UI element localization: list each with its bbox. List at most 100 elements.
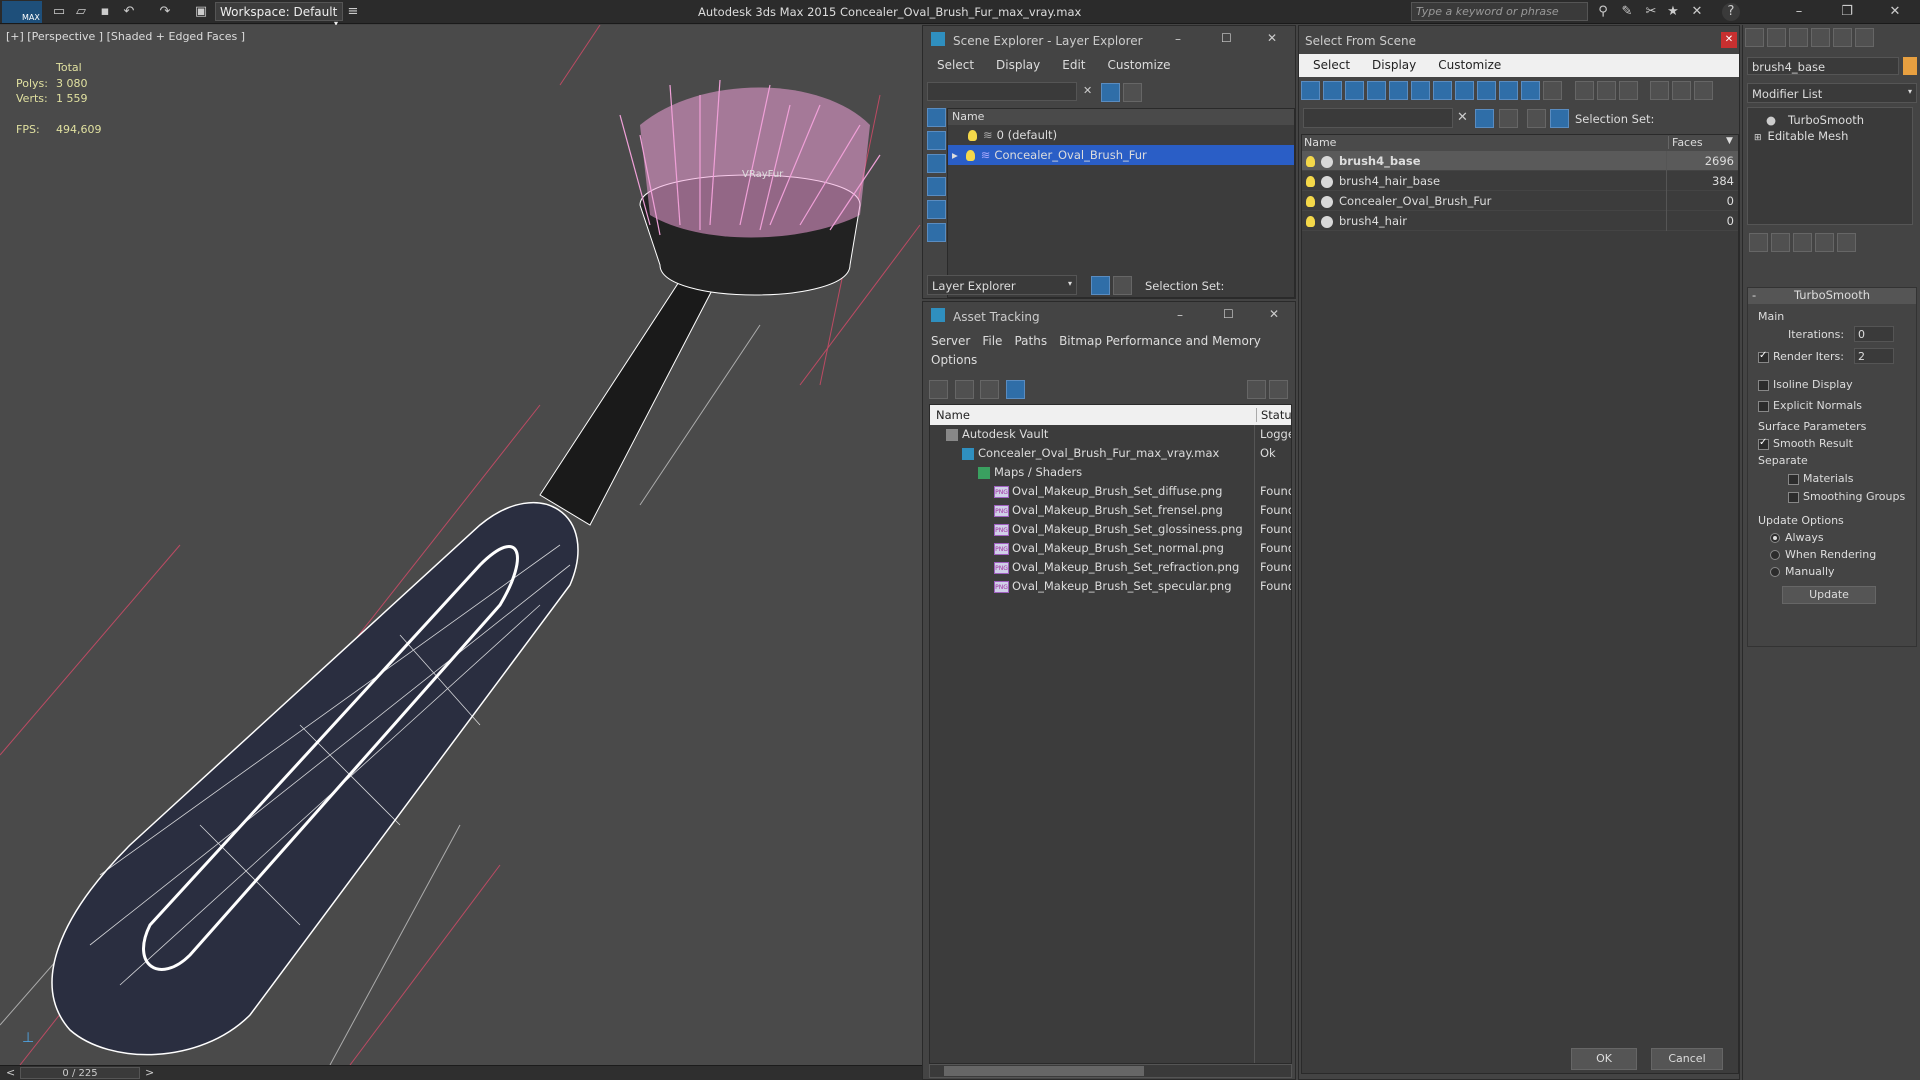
- asset-row[interactable]: PNG Oval_Makeup_Brush_Set_glossiness.png F…: [930, 520, 1291, 539]
- light-bulb-icon[interactable]: [1306, 216, 1315, 227]
- filter-cameras-icon[interactable]: [1367, 81, 1386, 100]
- asset-row[interactable]: [930, 634, 1291, 653]
- project-icon[interactable]: ▣: [192, 3, 210, 21]
- asset-row[interactable]: [930, 805, 1291, 824]
- clear-search-icon[interactable]: ✕: [1083, 84, 1092, 97]
- hierarchy-tab-icon[interactable]: [1789, 28, 1808, 47]
- display-geometry-icon[interactable]: [927, 131, 946, 150]
- column-header-name[interactable]: Name: [1304, 136, 1336, 149]
- select-all-icon[interactable]: [1574, 81, 1594, 100]
- explorer-mode-dropdown[interactable]: Layer Explorer ▾: [927, 275, 1077, 295]
- asset-row[interactable]: [930, 615, 1291, 634]
- asset-row[interactable]: [930, 767, 1291, 786]
- asset-row[interactable]: [930, 596, 1291, 615]
- asset-row[interactable]: [930, 691, 1291, 710]
- close-icon[interactable]: ✕: [1886, 3, 1904, 21]
- light-bulb-icon[interactable]: [1306, 156, 1315, 167]
- menu-customize[interactable]: Customize: [1438, 58, 1501, 72]
- column-header-faces[interactable]: Faces: [1668, 136, 1703, 149]
- asset-row[interactable]: Concealer_Oval_Brush_Fur_max_vray.max Ok: [930, 444, 1291, 463]
- object-row[interactable]: brush4_base 2696: [1302, 151, 1738, 171]
- app-logo[interactable]: MAX: [2, 1, 42, 23]
- asset-row[interactable]: [930, 881, 1291, 900]
- settings-icon[interactable]: [1269, 380, 1288, 399]
- filter-xrefs-icon[interactable]: [1455, 81, 1474, 100]
- display-none-icon[interactable]: [927, 108, 946, 127]
- viewport-label[interactable]: [+] [Perspective ] [Shaded + Edged Faces…: [6, 30, 245, 43]
- asset-row[interactable]: Autodesk Vault Logge: [930, 425, 1291, 444]
- workspace-dropdown[interactable]: Workspace: Default ▾: [215, 2, 343, 28]
- minimize-icon[interactable]: –: [1175, 32, 1181, 46]
- filter-lights-icon[interactable]: [1345, 81, 1364, 100]
- asset-row[interactable]: [930, 862, 1291, 881]
- asset-row[interactable]: [930, 729, 1291, 748]
- modify-tab-icon[interactable]: [1767, 28, 1786, 47]
- object-name-field[interactable]: brush4_base: [1747, 57, 1899, 75]
- display-lights-icon[interactable]: [927, 177, 946, 196]
- light-bulb-icon[interactable]: ●: [1766, 113, 1776, 127]
- smoothing-groups-checkbox[interactable]: [1788, 491, 1799, 503]
- modifier-list-dropdown[interactable]: Modifier List ▾: [1747, 83, 1917, 103]
- column-header-status[interactable]: Status: [1256, 408, 1291, 422]
- table-view-icon[interactable]: [980, 380, 999, 399]
- filter-icon[interactable]: [1101, 83, 1120, 102]
- display-shapes-icon[interactable]: [927, 154, 946, 173]
- motion-tab-icon[interactable]: [1811, 28, 1830, 47]
- search-input[interactable]: Type a keyword or phrase: [1411, 2, 1588, 21]
- asset-row[interactable]: [930, 672, 1291, 691]
- time-slider[interactable]: < 0 / 225 >: [0, 1065, 922, 1080]
- exchange-icon[interactable]: ✕: [1688, 3, 1706, 21]
- asset-row[interactable]: [930, 1014, 1291, 1033]
- asset-row[interactable]: PNG Oval_Makeup_Brush_Set_diffuse.png Foun…: [930, 482, 1291, 501]
- layers-icon[interactable]: [1499, 109, 1518, 128]
- display-helpers-icon[interactable]: [927, 223, 946, 242]
- minimize-icon[interactable]: –: [1790, 3, 1808, 21]
- asset-row[interactable]: [930, 1033, 1291, 1052]
- filter-containers-icon[interactable]: [1499, 81, 1518, 100]
- asset-row[interactable]: [930, 919, 1291, 938]
- render-iters-checkbox[interactable]: [1758, 350, 1769, 363]
- dependencies-icon[interactable]: [1694, 81, 1713, 100]
- light-bulb-icon[interactable]: [968, 130, 977, 141]
- ok-button[interactable]: OK: [1571, 1048, 1637, 1070]
- minimize-icon[interactable]: –: [1177, 308, 1183, 322]
- funnel-icon[interactable]: [1650, 81, 1669, 100]
- tools-icon[interactable]: ✎: [1618, 3, 1636, 21]
- filter-hidden-icon[interactable]: [1543, 81, 1562, 100]
- isoline-checkbox[interactable]: [1758, 379, 1769, 391]
- expand-arrow-icon[interactable]: ▸: [952, 148, 958, 162]
- menu-display[interactable]: Display: [1372, 58, 1416, 72]
- connect-icon[interactable]: ✂: [1642, 3, 1660, 21]
- layer-mode-icon[interactable]: [1527, 109, 1546, 128]
- filter-helpers-icon[interactable]: [1389, 81, 1408, 100]
- layers-icon[interactable]: [1123, 83, 1142, 102]
- asset-row[interactable]: [930, 710, 1291, 729]
- explicit-normals-checkbox[interactable]: [1758, 400, 1769, 412]
- asset-row[interactable]: [930, 786, 1291, 805]
- menu-server[interactable]: Server: [931, 334, 970, 348]
- menu-customize[interactable]: Customize: [1108, 58, 1171, 72]
- object-color-swatch[interactable]: [1903, 57, 1917, 75]
- help-icon[interactable]: ?: [1722, 3, 1740, 21]
- menu-paths[interactable]: Paths: [1014, 334, 1047, 348]
- menu-select[interactable]: Select: [1313, 58, 1350, 72]
- configure-sets-icon[interactable]: [1837, 233, 1856, 252]
- asset-row[interactable]: PNG Oval_Makeup_Brush_Set_specular.png Fou…: [930, 577, 1291, 596]
- asset-row[interactable]: PNG Oval_Makeup_Brush_Set_refraction.png F…: [930, 558, 1291, 577]
- layer-mode-icon[interactable]: [1091, 276, 1110, 295]
- menu-bitmap-performance[interactable]: Bitmap Performance and Memory: [1059, 334, 1261, 348]
- undo-icon[interactable]: ↶: [120, 3, 138, 21]
- binoculars-icon[interactable]: ⚲: [1594, 3, 1612, 21]
- smooth-result-checkbox[interactable]: [1758, 437, 1769, 450]
- update-button[interactable]: Update: [1782, 586, 1876, 604]
- filter-bones-icon[interactable]: [1477, 81, 1496, 100]
- display-cameras-icon[interactable]: [927, 200, 946, 219]
- close-icon[interactable]: ✕: [1267, 31, 1277, 45]
- asset-row[interactable]: [930, 995, 1291, 1014]
- list-view-icon[interactable]: [954, 380, 974, 399]
- object-row[interactable]: brush4_hair_base 384: [1302, 171, 1738, 191]
- menu-edit[interactable]: Edit: [1062, 58, 1085, 72]
- manually-radio[interactable]: [1770, 567, 1780, 577]
- asset-row[interactable]: Maps / Shaders: [930, 463, 1291, 482]
- close-icon[interactable]: ✕: [1269, 307, 1279, 321]
